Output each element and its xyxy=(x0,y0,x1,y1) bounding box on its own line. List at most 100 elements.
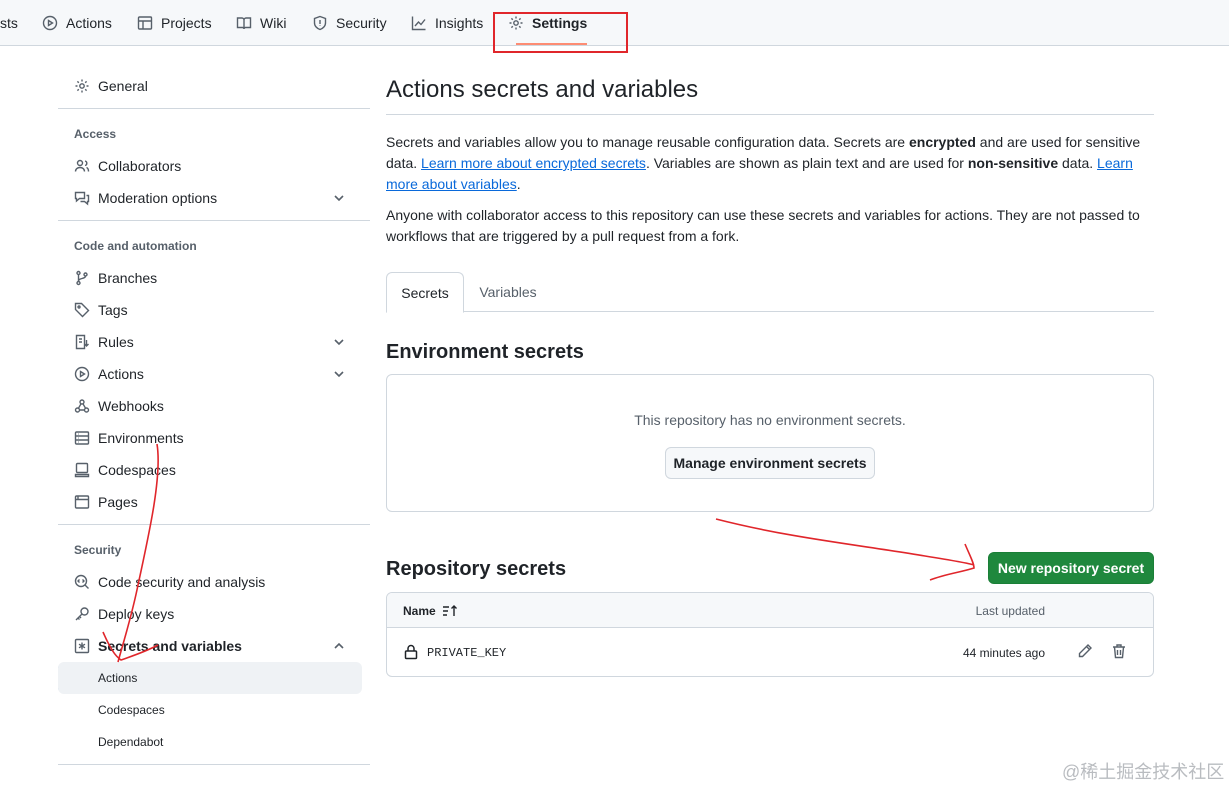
bold-text: non-sensitive xyxy=(967,155,1059,171)
bold-text: encrypted xyxy=(908,134,976,150)
edit-secret-button[interactable] xyxy=(1077,643,1095,661)
sidebar-item-label: Moderation options xyxy=(98,190,218,206)
shield-icon xyxy=(313,15,327,30)
sidebar-divider xyxy=(58,764,370,765)
repo-nav: sts Actions Projects Wiki Security Insig… xyxy=(0,0,1229,46)
sidebar-subitem-actions[interactable]: Actions xyxy=(58,662,362,694)
tag-icon xyxy=(74,302,90,318)
sidebar-item-label: Tags xyxy=(98,302,128,318)
chevron-down-icon[interactable] xyxy=(332,191,346,205)
sidebar-divider xyxy=(58,108,370,109)
sidebar-item-label: Branches xyxy=(98,270,158,286)
new-repository-secret-button[interactable]: New repository secret xyxy=(988,552,1154,584)
annotation-stroke-main-head xyxy=(929,543,975,581)
sidebar-item-label: Actions xyxy=(98,366,144,382)
sidebar-item-codespaces[interactable]: Codespaces xyxy=(58,454,362,486)
sidebar-divider xyxy=(58,220,370,221)
sidebar-item-label: Collaborators xyxy=(98,158,182,174)
nav-insights[interactable]: Insights xyxy=(411,0,483,45)
sidebar-item-label: Deploy keys xyxy=(98,606,175,622)
sidebar-item-collaborators[interactable]: Collaborators xyxy=(58,150,362,182)
table-icon xyxy=(137,15,153,30)
pencil-icon xyxy=(1078,644,1092,658)
nav-label: Wiki xyxy=(260,14,287,31)
page-title: Actions secrets and variables xyxy=(386,76,699,103)
watermark: @稀土掘金技术社区 xyxy=(1062,762,1225,782)
sidebar-item-label: Rules xyxy=(98,334,134,350)
sidebar-item-label: Environments xyxy=(98,430,184,446)
sidebar-item-label: Secrets and variables xyxy=(98,638,242,654)
empty-state-text: This repository has no environment secre… xyxy=(634,412,906,428)
secret-updated: 44 minutes ago xyxy=(962,646,1045,660)
intro-paragraph: Secrets and variables allow you to manag… xyxy=(386,132,1154,195)
sidebar-subitem-dependabot[interactable]: Dependabot xyxy=(58,726,362,758)
nav-label: Projects xyxy=(161,14,212,31)
environment-secrets-box: This repository has no environment secre… xyxy=(386,374,1154,512)
learn-encrypted-secrets-link[interactable]: Learn more about encrypted secrets xyxy=(421,155,646,171)
gear-icon xyxy=(75,79,89,93)
gear-icon xyxy=(509,16,523,29)
nav-wiki[interactable]: Wiki xyxy=(236,0,286,45)
chevron-down-icon[interactable] xyxy=(332,367,346,381)
nav-projects[interactable]: Projects xyxy=(137,0,212,45)
nav-label: Security xyxy=(336,14,387,31)
sidebar-item-webhooks[interactable]: Webhooks xyxy=(58,390,362,422)
delete-secret-button[interactable] xyxy=(1111,643,1129,661)
sidebar-item-label: Codespaces xyxy=(98,462,176,478)
rules-icon xyxy=(75,334,89,350)
sidebar-item-label: Pages xyxy=(98,494,138,510)
annotation-stroke-main xyxy=(715,518,975,566)
server-icon xyxy=(74,431,90,445)
tab-secrets[interactable]: Secrets xyxy=(386,272,464,313)
sidebar-item-label: Webhooks xyxy=(98,398,164,414)
secrets-tabs: Secrets Variables xyxy=(386,272,1154,313)
text: Secrets and variables allow you to manag… xyxy=(386,134,909,150)
webhook-icon xyxy=(74,399,90,413)
codescan-icon xyxy=(74,574,89,589)
nav-label: Insights xyxy=(435,14,484,31)
sidebar-divider xyxy=(58,524,370,525)
sidebar-item-tags[interactable]: Tags xyxy=(58,294,362,326)
sidebar-item-secrets-variables[interactable]: Secrets and variables xyxy=(58,630,362,662)
sidebar-subitem-codespaces[interactable]: Codespaces xyxy=(58,694,362,726)
sidebar-item-environments[interactable]: Environments xyxy=(58,422,362,454)
key-asterisk-icon xyxy=(74,638,90,654)
nav-security[interactable]: Security xyxy=(312,0,387,45)
sidebar-item-general[interactable]: General xyxy=(58,70,362,102)
environment-secrets-heading: Environment secrets xyxy=(386,341,584,363)
sidebar-item-label: General xyxy=(98,78,148,94)
people-icon xyxy=(74,159,90,172)
chevron-down-icon[interactable] xyxy=(332,335,346,349)
tab-variables[interactable]: Variables xyxy=(468,272,548,312)
sidebar-item-moderation[interactable]: Moderation options xyxy=(58,182,362,214)
secrets-table: Name Last updated PRIVATE_KEY 44 minutes… xyxy=(386,592,1154,677)
sidebar-item-label: Actions xyxy=(98,671,138,685)
manage-environment-secrets-button[interactable]: Manage environment secrets xyxy=(665,447,875,479)
sidebar-heading-security: Security xyxy=(74,543,122,557)
sidebar-item-code-security[interactable]: Code security and analysis xyxy=(58,566,362,598)
text: . Variables are shown as plain text and … xyxy=(645,155,968,171)
sidebar-heading-code: Code and automation xyxy=(74,239,197,253)
sidebar-item-label: Codespaces xyxy=(98,703,165,717)
text: . xyxy=(516,176,521,192)
nav-pull-requests[interactable]: sts xyxy=(0,0,18,45)
column-header-name: Name xyxy=(403,604,436,618)
graph-icon xyxy=(411,16,426,30)
sort-by-name[interactable]: Name xyxy=(403,604,458,618)
nav-actions[interactable]: Actions xyxy=(42,0,112,45)
sidebar-item-rules[interactable]: Rules xyxy=(58,326,362,358)
sidebar-item-branches[interactable]: Branches xyxy=(58,262,362,294)
title-divider xyxy=(386,114,1154,115)
lock-icon xyxy=(404,644,418,660)
sidebar-item-pages[interactable]: Pages xyxy=(58,486,362,518)
sidebar-item-actions[interactable]: Actions xyxy=(58,358,362,390)
book-icon xyxy=(236,16,252,29)
nav-settings[interactable]: Settings xyxy=(508,0,623,45)
sidebar-item-deploy-keys[interactable]: Deploy keys xyxy=(58,598,362,630)
trash-icon xyxy=(1113,644,1125,659)
text: data. xyxy=(1058,155,1098,171)
collaborator-note: Anyone with collaborator access to this … xyxy=(386,207,1140,244)
codespaces-icon xyxy=(74,462,90,478)
chevron-up-icon[interactable] xyxy=(332,639,346,653)
key-icon xyxy=(75,607,89,621)
